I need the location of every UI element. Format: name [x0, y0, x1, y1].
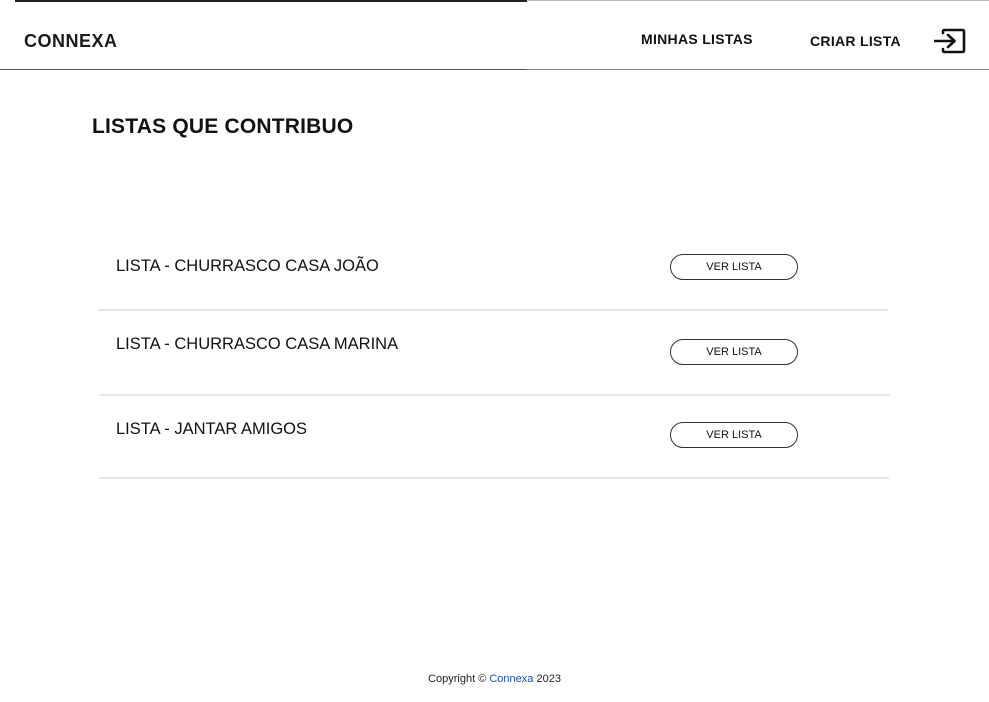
logout-button[interactable]	[933, 28, 966, 54]
header-bottom-border	[0, 69, 527, 70]
list-item-name: LISTA - JANTAR AMIGOS	[116, 420, 308, 438]
page-title: LISTAS QUE CONTRIBUO	[92, 115, 354, 138]
footer-copyright-prefix: Copyright ©	[428, 673, 490, 685]
header-top-border	[15, 0, 527, 2]
ver-lista-button[interactable]: VER LISTA	[670, 254, 798, 280]
ver-lista-button[interactable]: VER LISTA	[670, 339, 798, 365]
brand-logo[interactable]: CONNEXA	[24, 31, 118, 52]
header-top-border-right	[527, 0, 989, 1]
list-separator	[98, 309, 888, 311]
list-separator	[99, 477, 889, 479]
footer: Copyright © Connexa 2023	[0, 673, 989, 685]
footer-year: 2023	[533, 673, 561, 685]
ver-lista-button[interactable]: VER LISTA	[670, 422, 798, 448]
footer-brand-link[interactable]: Connexa	[489, 673, 533, 685]
logout-arrow-icon	[933, 28, 966, 54]
list-item-name: LISTA - CHURRASCO CASA JOÃO	[116, 257, 379, 275]
list-separator	[100, 394, 890, 396]
nav-minhas-listas[interactable]: MINHAS LISTAS	[641, 31, 753, 47]
page: CONNEXA MINHAS LISTAS CRIAR LISTA LISTAS…	[0, 0, 989, 702]
list-item-name: LISTA - CHURRASCO CASA MARINA	[116, 335, 399, 353]
nav-criar-lista[interactable]: CRIAR LISTA	[810, 33, 901, 49]
header-bottom-border-right	[527, 69, 989, 70]
